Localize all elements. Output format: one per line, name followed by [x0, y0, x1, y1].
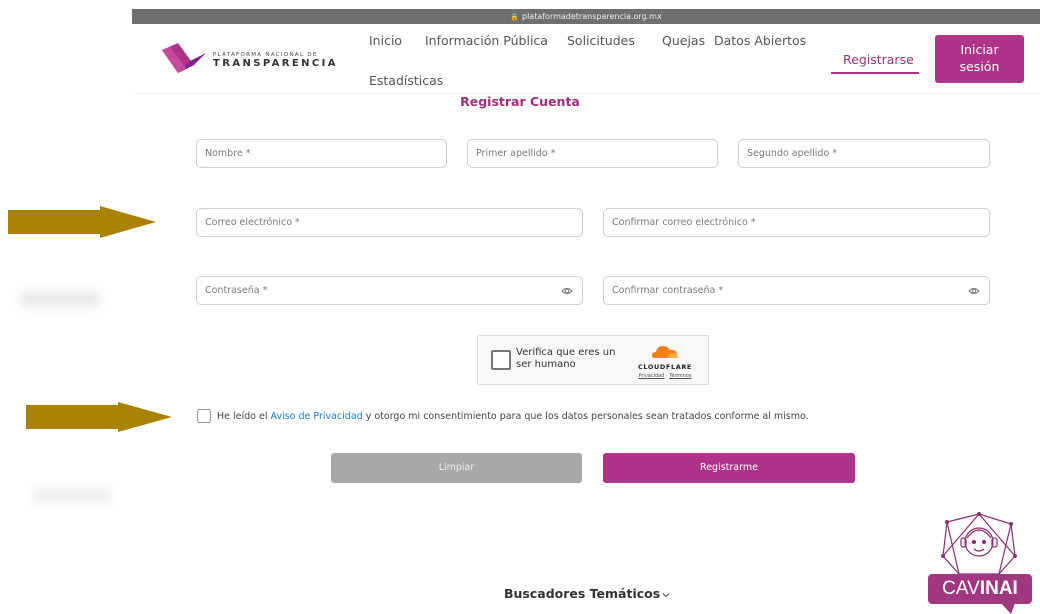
contrasena-field[interactable] — [196, 276, 583, 305]
clear-button[interactable]: Limpiar — [331, 453, 582, 483]
assistant-avatar-icon[interactable] — [939, 512, 1019, 578]
login-button[interactable]: Iniciar sesión — [935, 35, 1024, 83]
consent-suffix: y otorgo mi consentimiento para que los … — [362, 411, 809, 422]
site-header: PLATAFORMA NACIONAL DE TRANSPARENCIA Ini… — [132, 24, 1040, 94]
login-button-line2: sesión — [959, 59, 1000, 74]
confirmar-contrasena-input[interactable] — [604, 277, 989, 304]
nav-registrarse[interactable]: Registrarse — [843, 52, 914, 67]
logo-mark-icon — [162, 43, 206, 73]
consent-prefix: He leído el — [217, 411, 271, 422]
segundo-apellido-input[interactable] — [739, 140, 989, 167]
login-button-line1: Iniciar — [960, 42, 999, 57]
annotation-arrow-email — [8, 206, 156, 238]
url-text: plataformadetransparencia.org.mx — [522, 12, 662, 21]
captcha-line1: Verifica que eres un — [516, 347, 616, 358]
browser-url-bar[interactable]: 🔒 plataformadetransparencia.org.mx — [132, 9, 1040, 24]
logo-big-text: TRANSPARENCIA — [213, 58, 338, 69]
chevron-down-icon — [662, 593, 670, 598]
captcha-widget: Verifica que eres un ser humano CLOUDFLA… — [477, 335, 709, 385]
cloud-icon — [652, 346, 678, 358]
nombre-field[interactable] — [196, 139, 447, 168]
blurred-fragment — [33, 489, 111, 501]
captcha-terms-link[interactable]: Términos — [669, 373, 691, 379]
cloudflare-name: CLOUDFLARE — [638, 363, 692, 371]
consent-text: He leído el Aviso de Privacidad y otorgo… — [217, 411, 809, 422]
captcha-checkbox[interactable] — [491, 350, 511, 370]
blurred-fragment — [20, 292, 100, 306]
captcha-text: Verifica que eres un ser humano — [516, 347, 626, 371]
active-nav-underline — [831, 72, 919, 74]
lock-icon: 🔒 — [510, 13, 519, 21]
primer-apellido-input[interactable] — [468, 140, 717, 167]
cloudflare-brand: CLOUDFLARE Privacidad · Términos — [626, 342, 704, 382]
confirmar-contrasena-field[interactable] — [603, 276, 990, 305]
confirmar-correo-input[interactable] — [604, 209, 989, 236]
captcha-links: Privacidad · Términos — [626, 373, 704, 379]
nav-informacion-publica[interactable]: Información Pública — [425, 33, 548, 48]
captcha-line2: ser humano — [516, 359, 576, 370]
nav-quejas[interactable]: Quejas — [662, 33, 705, 48]
privacy-notice-link[interactable]: Aviso de Privacidad — [271, 411, 363, 422]
contrasena-input[interactable] — [197, 277, 582, 304]
register-button[interactable]: Registrarme — [603, 453, 855, 483]
nav-solicitudes[interactable]: Solicitudes — [567, 33, 635, 48]
eye-icon[interactable] — [968, 285, 980, 297]
confirmar-correo-field[interactable] — [603, 208, 990, 237]
buscadores-tematicos-toggle[interactable]: Buscadores Temáticos — [504, 586, 670, 601]
captcha-privacy-link[interactable]: Privacidad — [638, 373, 664, 379]
nav-estadisticas[interactable]: Estadísticas — [369, 73, 443, 88]
cavinai-part2: INAI — [979, 578, 1018, 599]
annotation-arrow-consent — [26, 402, 172, 432]
cavinai-badge[interactable]: CAVINAI — [928, 574, 1032, 604]
speech-tail-icon — [1001, 603, 1015, 614]
buscadores-label: Buscadores Temáticos — [504, 586, 661, 601]
correo-input[interactable] — [197, 209, 582, 236]
cavinai-part1: CAV — [942, 578, 980, 599]
eye-icon[interactable] — [561, 285, 573, 297]
page-title: Registrar Cuenta — [460, 94, 580, 109]
nav-inicio[interactable]: Inicio — [369, 33, 402, 48]
nav-datos-abiertos[interactable]: Datos Abiertos — [714, 33, 806, 48]
consent-checkbox[interactable] — [197, 409, 211, 423]
segundo-apellido-field[interactable] — [738, 139, 990, 168]
correo-field[interactable] — [196, 208, 583, 237]
primer-apellido-field[interactable] — [467, 139, 718, 168]
nombre-input[interactable] — [197, 140, 446, 167]
logo[interactable]: PLATAFORMA NACIONAL DE TRANSPARENCIA — [160, 41, 340, 75]
